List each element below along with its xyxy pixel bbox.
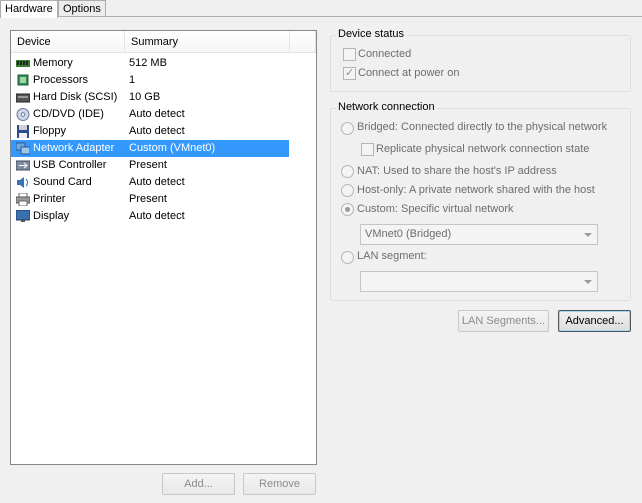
lan-segment-label: LAN segment:: [357, 250, 427, 262]
tab-options[interactable]: Options: [58, 0, 106, 17]
replicate-state-label: Replicate physical network connection st…: [376, 143, 590, 155]
device-status-title: Device status: [336, 28, 407, 41]
device-list[interactable]: Device Summary Memory 512 MB Processors 1 Ha…: [10, 30, 317, 465]
device-name: CD/DVD (IDE): [33, 108, 104, 120]
printer-icon: [16, 193, 30, 206]
device-status-group: [330, 35, 631, 92]
connect-at-power-on-checkbox[interactable]: [343, 66, 356, 80]
bridged-radio[interactable]: [341, 122, 354, 135]
device-name: Hard Disk (SCSI): [33, 91, 118, 103]
cd-dvd-icon: [16, 108, 30, 121]
device-summary: 10 GB: [129, 91, 161, 103]
host-only-radio[interactable]: [341, 184, 354, 197]
connected-label: Connected: [358, 48, 412, 60]
advanced-button[interactable]: Advanced...: [558, 310, 631, 332]
lan-segment-radio[interactable]: [341, 251, 354, 264]
network-adapter-icon: [16, 142, 30, 155]
network-connection-title: Network connection: [336, 101, 437, 114]
custom-network-dropdown[interactable]: VMnet0 (Bridged): [360, 224, 598, 245]
device-name: Sound Card: [33, 176, 92, 188]
custom-network-value: VMnet0 (Bridged): [365, 228, 452, 240]
device-summary: Auto detect: [129, 210, 185, 222]
device-summary: 1: [129, 74, 136, 86]
custom-label: Custom: Specific virtual network: [357, 203, 514, 215]
device-row[interactable]: USB Controller Present: [11, 157, 289, 174]
custom-radio[interactable]: [341, 203, 354, 216]
device-summary: Auto detect: [129, 125, 185, 137]
remove-button[interactable]: Remove: [243, 473, 316, 495]
tab-hardware[interactable]: Hardware: [0, 0, 58, 18]
nat-label: NAT: Used to share the host's IP address: [357, 165, 557, 177]
device-row[interactable]: Memory 512 MB: [11, 55, 289, 72]
column-header-summary[interactable]: Summary: [125, 31, 290, 53]
add-button[interactable]: Add...: [162, 473, 235, 495]
lan-segment-dropdown[interactable]: [360, 271, 598, 292]
memory-icon: [16, 60, 30, 67]
device-name: Floppy: [33, 125, 67, 137]
chevron-down-icon: [584, 280, 592, 284]
device-row[interactable]: Floppy Auto detect: [11, 123, 289, 140]
device-row[interactable]: Network Adapter Custom (VMnet0): [11, 140, 289, 157]
hard-disk-icon: [16, 93, 30, 103]
device-summary: Present: [129, 159, 167, 171]
replicate-state-checkbox[interactable]: [361, 143, 374, 156]
column-header-device[interactable]: Device: [11, 31, 125, 53]
device-name: Network Adapter: [33, 142, 115, 154]
device-row[interactable]: Display Auto detect: [11, 208, 289, 225]
sound-card-icon: [17, 177, 28, 188]
lan-segments-button[interactable]: LAN Segments...: [458, 310, 549, 332]
device-name: Memory: [33, 57, 73, 69]
device-row[interactable]: Printer Present: [11, 191, 289, 208]
host-only-label: Host-only: A private network shared with…: [357, 184, 595, 196]
connected-checkbox[interactable]: [343, 48, 356, 61]
floppy-icon: [17, 125, 29, 138]
usb-icon: [16, 160, 30, 171]
device-row[interactable]: Hard Disk (SCSI) 10 GB: [11, 89, 289, 106]
display-icon: [16, 210, 30, 222]
device-name: USB Controller: [33, 159, 107, 171]
device-summary: Custom (VMnet0): [129, 142, 216, 154]
device-summary: Auto detect: [129, 176, 185, 188]
device-name: Display: [33, 210, 70, 222]
nat-radio[interactable]: [341, 165, 354, 178]
device-name: Printer: [33, 193, 66, 205]
device-summary: 512 MB: [129, 57, 167, 69]
device-row[interactable]: Sound Card Auto detect: [11, 174, 289, 191]
device-summary: Auto detect: [129, 108, 185, 120]
chevron-down-icon: [584, 233, 592, 237]
processor-icon: [17, 74, 29, 86]
bridged-label: Bridged: Connected directly to the physi…: [357, 121, 608, 133]
column-header-filler: [290, 31, 316, 53]
device-summary: Present: [129, 193, 167, 205]
device-name: Processors: [33, 74, 89, 86]
device-row[interactable]: Processors 1: [11, 72, 289, 89]
connect-at-power-on-label: Connect at power on: [358, 67, 460, 79]
device-row[interactable]: CD/DVD (IDE) Auto detect: [11, 106, 289, 123]
